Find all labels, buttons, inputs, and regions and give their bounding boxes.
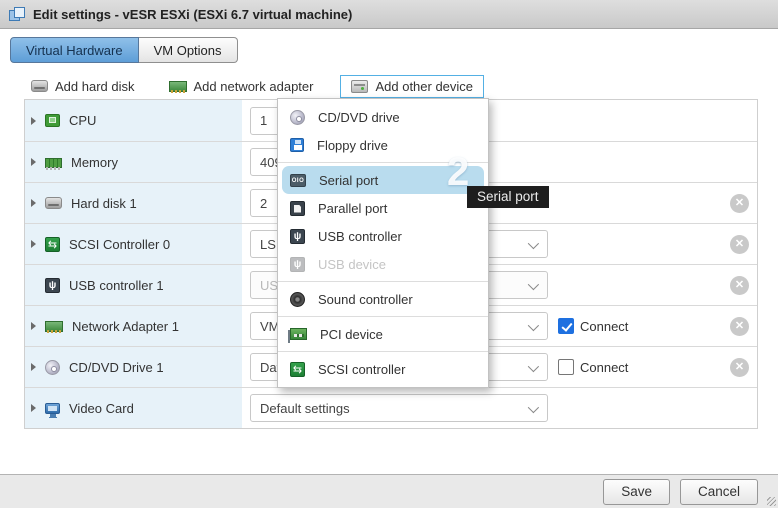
remove-device-button[interactable]: ✕ (730, 276, 749, 295)
cd-dvd-icon (45, 360, 60, 375)
connect-label: Connect (580, 360, 628, 375)
menu-item-usb-controller[interactable]: USB controller (278, 222, 488, 250)
menu-item-scsi-controller[interactable]: SCSI controller (278, 355, 488, 383)
remove-device-button[interactable]: ✕ (730, 235, 749, 254)
device-row: Video Card Default settings (25, 387, 757, 428)
menu-item-label: Sound controller (318, 292, 413, 307)
device-value: 2 (260, 196, 267, 211)
device-label: Memory (71, 155, 118, 170)
connect-checkbox-wrap: Connect (558, 359, 628, 375)
menu-divider (278, 281, 488, 282)
device-cell: USB controller 1 (25, 265, 242, 305)
device-cell: Memory (25, 142, 242, 182)
expand-arrow-icon[interactable] (31, 153, 45, 171)
usb-device-icon (290, 257, 305, 272)
menu-item-label: USB device (318, 257, 386, 272)
menu-item-label: CD/DVD drive (318, 110, 400, 125)
expand-arrow-icon[interactable] (31, 235, 45, 253)
edit-settings-icon (9, 7, 25, 21)
usb-controller-icon (45, 278, 60, 293)
menu-item-label: Serial port (319, 173, 378, 188)
sound-controller-icon (290, 292, 305, 307)
menu-item-sound-controller[interactable]: Sound controller (278, 285, 488, 313)
network-adapter-icon (169, 81, 187, 92)
annotation-step-badge: 2 (447, 150, 469, 195)
hard-disk-icon (45, 197, 62, 209)
device-value-select[interactable]: Default settings (250, 394, 548, 422)
device-control-cell: Default settings (242, 388, 757, 428)
expand-arrow-icon[interactable] (31, 194, 45, 212)
device-cell: Network Adapter 1 (25, 306, 242, 346)
add-device-toolbar: Add hard disk Add network adapter Add ot… (24, 73, 484, 99)
usb-controller-icon (290, 229, 305, 244)
expand-arrow-icon[interactable] (31, 317, 45, 335)
add-network-adapter-button[interactable]: Add network adapter (162, 75, 321, 98)
floppy-icon (290, 138, 304, 152)
device-label: SCSI Controller 0 (69, 237, 170, 252)
add-other-device-button[interactable]: Add other device (340, 75, 484, 98)
menu-divider (278, 316, 488, 317)
network-adapter-icon (45, 321, 63, 332)
connect-checkbox[interactable] (558, 318, 574, 334)
scsi-controller-icon (290, 362, 305, 377)
add-other-device-menu: CD/DVD drive Floppy drive OIO Serial port Pa… (277, 98, 489, 388)
connect-checkbox-wrap: Connect (558, 318, 628, 334)
serial-port-tooltip: Serial port (467, 186, 549, 208)
device-label: Network Adapter 1 (72, 319, 179, 334)
video-card-icon (45, 403, 60, 414)
menu-item-label: USB controller (318, 229, 402, 244)
serial-port-icon: OIO (290, 174, 306, 187)
menu-item-pci-device[interactable]: PCI device (278, 320, 488, 348)
device-label: CPU (69, 113, 96, 128)
edit-settings-dialog: Edit settings - vESR ESXi (ESXi 6.7 virt… (0, 0, 778, 508)
device-label: Video Card (69, 401, 134, 416)
parallel-port-icon (290, 201, 305, 216)
resize-handle[interactable] (767, 497, 776, 506)
connect-label: Connect (580, 319, 628, 334)
other-device-icon (351, 80, 368, 93)
hard-disk-icon (31, 80, 48, 92)
remove-device-button[interactable]: ✕ (730, 194, 749, 213)
device-cell: CPU (25, 100, 242, 141)
menu-item-label: Floppy drive (317, 138, 388, 153)
scsi-controller-icon (45, 237, 60, 252)
device-cell: SCSI Controller 0 (25, 224, 242, 264)
device-cell: CD/DVD Drive 1 (25, 347, 242, 387)
menu-item-usb-device: USB device (278, 250, 488, 278)
pci-device-icon (290, 328, 307, 340)
add-hard-disk-button[interactable]: Add hard disk (24, 75, 142, 98)
expand-arrow-icon[interactable] (31, 112, 45, 130)
menu-item-label: Parallel port (318, 201, 387, 216)
cancel-button[interactable]: Cancel (680, 479, 758, 505)
device-cell: Hard disk 1 (25, 183, 242, 223)
device-value: Default settings (260, 401, 350, 416)
device-label: CD/DVD Drive 1 (69, 360, 164, 375)
tab-virtual-hardware[interactable]: Virtual Hardware (10, 37, 139, 63)
menu-item-cd-dvd-drive[interactable]: CD/DVD drive (278, 103, 488, 131)
device-label: Hard disk 1 (71, 196, 137, 211)
dialog-titlebar: Edit settings - vESR ESXi (ESXi 6.7 virt… (0, 0, 778, 29)
device-cell: Video Card (25, 388, 242, 428)
dialog-title: Edit settings - vESR ESXi (ESXi 6.7 virt… (33, 7, 352, 22)
dialog-footer: Save Cancel (0, 474, 778, 508)
device-label: USB controller 1 (69, 278, 164, 293)
device-value: 1 (260, 113, 267, 128)
menu-item-label: SCSI controller (318, 362, 405, 377)
menu-item-label: PCI device (320, 327, 383, 342)
cpu-icon (45, 114, 60, 127)
tab-vm-options[interactable]: VM Options (139, 37, 238, 63)
expand-arrow-icon[interactable] (31, 399, 45, 417)
memory-icon (45, 158, 62, 168)
tab-bar: Virtual Hardware VM Options (10, 37, 238, 63)
connect-checkbox[interactable] (558, 359, 574, 375)
remove-device-button[interactable]: ✕ (730, 358, 749, 377)
save-button[interactable]: Save (603, 479, 670, 505)
remove-device-button[interactable]: ✕ (730, 317, 749, 336)
expand-arrow-icon[interactable] (31, 358, 45, 376)
menu-divider (278, 351, 488, 352)
menu-item-parallel-port[interactable]: Parallel port (278, 194, 488, 222)
cd-dvd-icon (290, 110, 305, 125)
